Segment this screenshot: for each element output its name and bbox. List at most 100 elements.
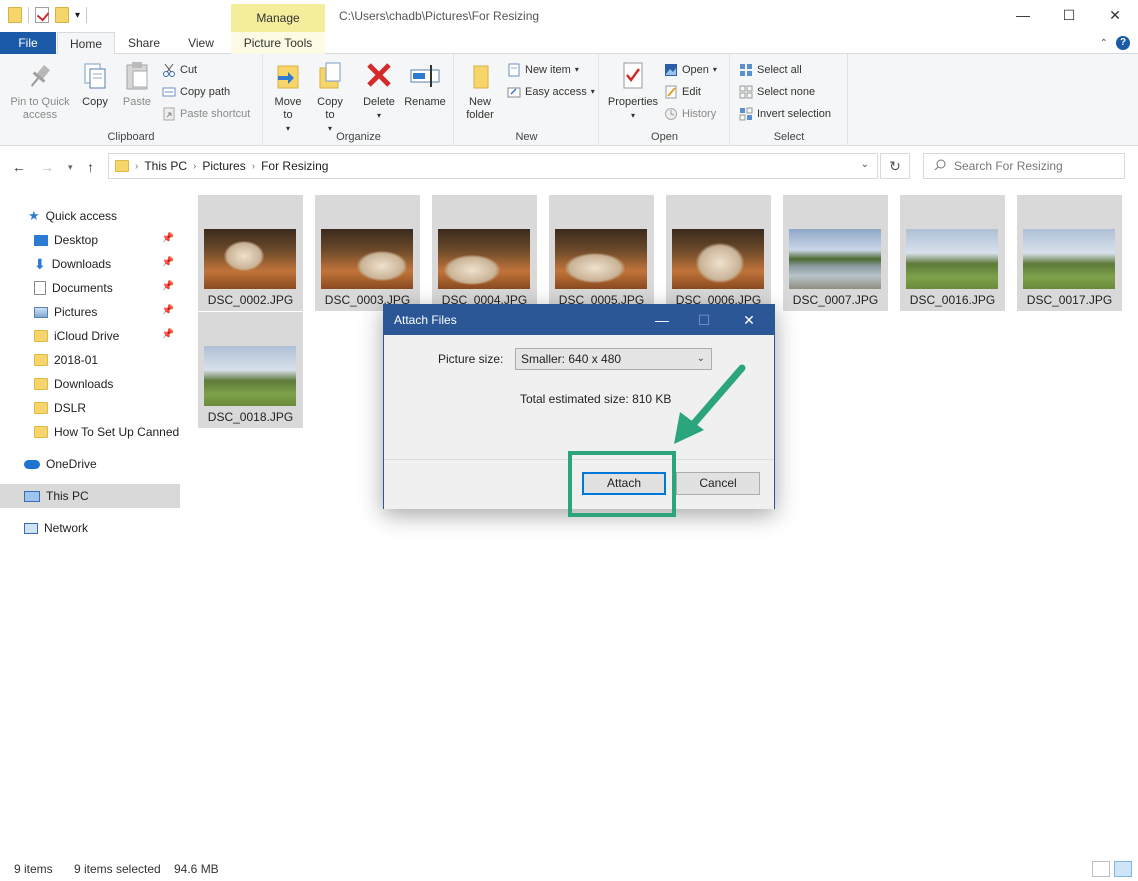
manage-tab[interactable]: Manage [231, 4, 325, 32]
paste-shortcut-icon [162, 107, 176, 121]
sidebar-item-quick-access[interactable]: ★ Quick access [0, 204, 180, 228]
file-tile[interactable]: DSC_0003.JPG [315, 195, 420, 311]
download-icon: ⬇ [34, 255, 46, 272]
select-group: Select all Select none Invert selection … [731, 54, 848, 146]
copy-to-icon [314, 60, 346, 92]
attach-highlight-box [568, 451, 676, 517]
paste-shortcut-button[interactable]: Paste shortcut [162, 105, 250, 123]
copy-label: Copy [82, 96, 108, 108]
sidebar-item-icloud-drive[interactable]: iCloud Drive 📌 [0, 324, 180, 348]
sidebar-item-label: Desktop [54, 233, 99, 247]
sidebar-item-downloads[interactable]: ⬇ Downloads 📌 [0, 252, 180, 276]
minimize-button[interactable]: — [1000, 0, 1046, 30]
collapse-ribbon-icon[interactable]: ⌃ [1100, 38, 1108, 49]
file-tile[interactable]: DSC_0006.JPG [666, 195, 771, 311]
move-to-button[interactable]: Move to ▾ [270, 60, 306, 135]
file-tile[interactable]: DSC_0017.JPG [1017, 195, 1122, 311]
paste-button[interactable]: Paste [118, 60, 156, 109]
file-tile[interactable]: DSC_0005.JPG [549, 195, 654, 311]
customize-toolbar-dropdown-icon[interactable]: ▾ [75, 10, 80, 21]
open-button[interactable]: Open ▾ [664, 61, 717, 79]
edit-button[interactable]: Edit [664, 83, 701, 101]
sidebar-item-downloads-folder[interactable]: Downloads [0, 372, 180, 396]
clipboard-group: Pin to Quick access Copy Paste Cut Copy … [0, 54, 263, 146]
tab-home[interactable]: Home [57, 32, 115, 55]
forward-arrow-icon[interactable]: → [40, 159, 54, 175]
invert-selection-button[interactable]: Invert selection [739, 105, 831, 123]
properties-icon[interactable] [35, 7, 49, 23]
file-tile[interactable]: DSC_0016.JPG [900, 195, 1005, 311]
sidebar-item-label: OneDrive [46, 457, 97, 471]
chevron-right-icon[interactable]: › [193, 161, 196, 172]
cut-button[interactable]: Cut [162, 61, 197, 79]
quick-access-toolbar: ▾ [8, 7, 88, 23]
sidebar-item-pictures[interactable]: Pictures 📌 [0, 300, 180, 324]
minimize-icon[interactable]: — [642, 305, 682, 335]
maximize-button[interactable]: ☐ [1046, 0, 1092, 30]
select-all-button[interactable]: Select all [739, 61, 802, 79]
organize-group: Move to ▾ Copy to ▾ Delete ▾ Rename Orga… [264, 54, 454, 146]
select-none-icon [739, 85, 753, 99]
breadcrumb-for-resizing[interactable]: For Resizing [261, 159, 328, 173]
file-name: DSC_0018.JPG [207, 410, 294, 424]
cloud-icon [24, 459, 40, 469]
refresh-button[interactable]: ↻ [880, 153, 910, 179]
sidebar-item-onedrive[interactable]: OneDrive [0, 452, 180, 476]
rename-button[interactable]: Rename [402, 60, 448, 109]
close-button[interactable]: ✕ [1092, 0, 1138, 30]
organize-group-label: Organize [336, 131, 381, 143]
copy-button[interactable]: Copy [78, 60, 112, 109]
sidebar-item-desktop[interactable]: Desktop 📌 [0, 228, 180, 252]
computer-icon [24, 490, 40, 502]
rename-icon [409, 60, 441, 92]
select-none-button[interactable]: Select none [739, 83, 815, 101]
file-tile[interactable]: DSC_0004.JPG [432, 195, 537, 311]
sidebar-item-2018-01[interactable]: 2018-01 [0, 348, 180, 372]
chevron-right-icon[interactable]: › [135, 161, 138, 172]
chevron-down-icon[interactable]: ⌄ [861, 159, 869, 170]
large-icons-view-icon[interactable] [1114, 861, 1132, 877]
details-view-icon[interactable] [1092, 861, 1110, 877]
delete-button[interactable]: Delete ▾ [358, 60, 400, 122]
status-bar: 9 items 9 items selected 94.6 MB [0, 858, 1138, 881]
paste-icon [121, 60, 153, 92]
tab-share[interactable]: Share [118, 32, 170, 54]
cancel-button[interactable]: Cancel [676, 472, 760, 495]
sidebar-item-this-pc[interactable]: This PC [0, 484, 180, 508]
recent-locations-icon[interactable]: ▾ [68, 162, 73, 173]
new-folder-icon[interactable] [55, 7, 69, 23]
properties-button[interactable]: Properties ▾ [604, 60, 662, 122]
total-size-label: Total estimated size: [520, 392, 629, 406]
navigation-bar: ← → ▾ ↑ › This PC › Pictures › For Resiz… [0, 147, 1138, 187]
sidebar-item-canned-responses[interactable]: How To Set Up Canned R [0, 420, 180, 444]
new-item-button[interactable]: New item ▾ [507, 61, 579, 79]
file-tile[interactable]: DSC_0007.JPG [783, 195, 888, 311]
breadcrumb-this-pc[interactable]: This PC [144, 159, 187, 173]
tab-file[interactable]: File [0, 32, 56, 54]
copy-to-button[interactable]: Copy to ▾ [312, 60, 348, 135]
search-input[interactable]: Search For Resizing [923, 153, 1125, 179]
paste-shortcut-label: Paste shortcut [180, 108, 251, 120]
pointer-arrow-icon [674, 364, 746, 444]
new-folder-button[interactable]: New folder [461, 60, 499, 122]
sidebar-item-network[interactable]: Network [0, 516, 180, 540]
sidebar-item-dslr[interactable]: DSLR [0, 396, 180, 420]
tab-view[interactable]: View [176, 32, 226, 54]
pin-to-quick-access-button[interactable]: Pin to Quick access [6, 60, 74, 122]
tab-picture-tools[interactable]: Picture Tools [231, 32, 325, 54]
up-arrow-icon[interactable]: ↑ [87, 159, 94, 175]
easy-access-button[interactable]: Easy access ▾ [507, 83, 595, 101]
back-arrow-icon[interactable]: ← [12, 159, 26, 175]
copy-path-button[interactable]: Copy path [162, 83, 230, 101]
address-bar[interactable]: › This PC › Pictures › For Resizing ⌄ [108, 153, 878, 179]
breadcrumb-pictures[interactable]: Pictures [202, 159, 245, 173]
help-icon[interactable]: ? [1116, 36, 1130, 50]
file-tile[interactable]: DSC_0018.JPG [198, 312, 303, 428]
file-tile[interactable]: DSC_0002.JPG [198, 195, 303, 311]
sidebar-item-documents[interactable]: Documents 📌 [0, 276, 180, 300]
history-button[interactable]: History [664, 105, 716, 123]
folder-icon [34, 330, 48, 342]
folder-icon [8, 7, 22, 23]
chevron-right-icon[interactable]: › [252, 161, 255, 172]
close-icon[interactable]: ✕ [729, 305, 769, 335]
